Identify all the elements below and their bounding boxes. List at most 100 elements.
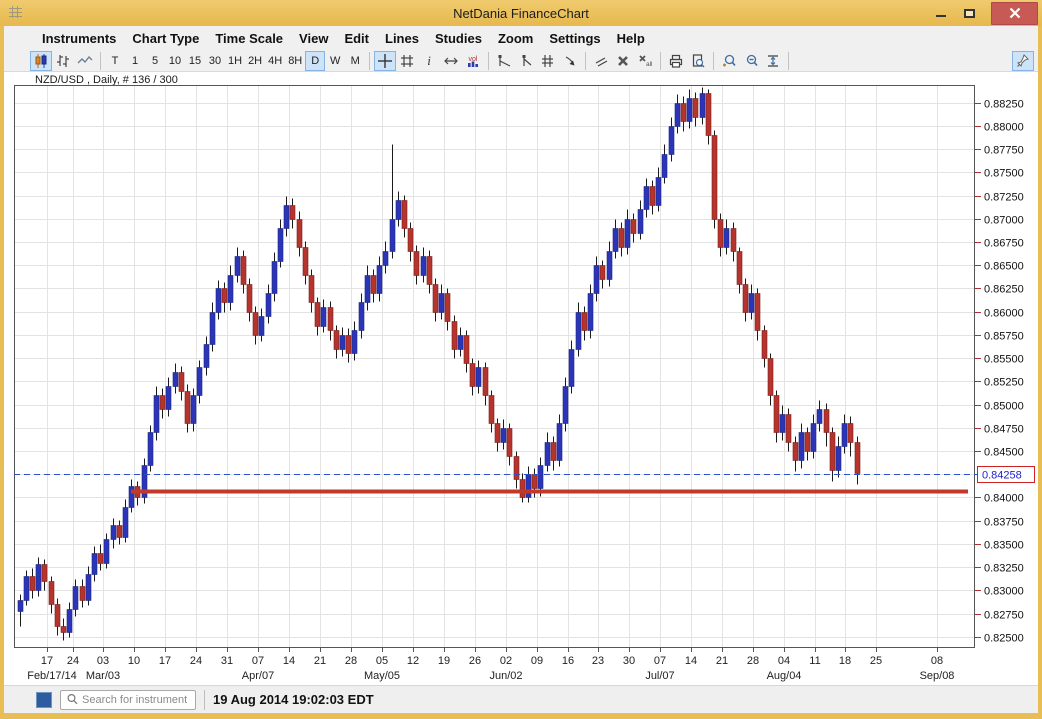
month-label: May/05 xyxy=(364,670,400,682)
candle xyxy=(334,326,339,359)
candle xyxy=(18,595,23,627)
fit-vertical-button[interactable] xyxy=(762,51,784,71)
interval-4h-button[interactable]: 4H xyxy=(265,51,285,71)
close-icon xyxy=(1009,7,1021,19)
menu-view[interactable]: View xyxy=(291,29,336,48)
interval-5-button[interactable]: 5 xyxy=(145,51,165,71)
interval-weekly-button[interactable]: W xyxy=(325,51,345,71)
bar-chart-button[interactable] xyxy=(52,51,74,71)
delete-all-lines-button[interactable]: all xyxy=(634,51,656,71)
status-bar: 19 Aug 2014 19:02:03 EDT xyxy=(4,685,1038,713)
print-button[interactable] xyxy=(665,51,687,71)
date-tick-label: 04 xyxy=(778,655,790,667)
candlestick-chart[interactable]: 0.882500.880000.877500.875000.872500.870… xyxy=(14,85,1038,685)
fit-icon xyxy=(765,53,781,69)
candle xyxy=(117,521,122,545)
zoom-out-button[interactable] xyxy=(740,51,762,71)
instrument-search[interactable] xyxy=(60,690,196,710)
delete-line-button[interactable] xyxy=(612,51,634,71)
interval-1h-button[interactable]: 1H xyxy=(225,51,245,71)
candle xyxy=(266,285,271,324)
candle xyxy=(439,285,444,320)
candle xyxy=(210,303,215,352)
parallel-lines-button[interactable] xyxy=(590,51,612,71)
volume-icon: vol xyxy=(465,53,481,69)
menu-zoom[interactable]: Zoom xyxy=(490,29,541,48)
candle xyxy=(557,415,562,467)
date-tick-label: 07 xyxy=(252,655,264,667)
interval-8h-button[interactable]: 8H xyxy=(285,51,305,71)
date-tick-label: 09 xyxy=(531,655,543,667)
svg-text:all: all xyxy=(646,61,653,68)
search-input[interactable] xyxy=(82,694,187,706)
plot-border xyxy=(15,86,975,648)
candle xyxy=(222,283,227,313)
candle xyxy=(551,437,556,471)
price-tick-label: 0.82500 xyxy=(984,633,1024,645)
price-tick-label: 0.85750 xyxy=(984,331,1024,343)
candle xyxy=(700,88,705,125)
maximize-button[interactable] xyxy=(955,3,983,23)
interval-1-button[interactable]: 1 xyxy=(125,51,145,71)
candle xyxy=(284,197,289,237)
date-tick-label: 24 xyxy=(67,655,79,667)
zoom-in-button[interactable] xyxy=(718,51,740,71)
date-tick-label: 30 xyxy=(623,655,635,667)
minimize-button[interactable] xyxy=(927,3,955,23)
menu-time-scale[interactable]: Time Scale xyxy=(207,29,291,48)
candle xyxy=(272,253,277,302)
month-label: Jun/02 xyxy=(489,670,522,682)
close-button[interactable] xyxy=(991,2,1038,25)
candle xyxy=(569,341,574,394)
crosshair-icon xyxy=(377,53,393,69)
titlebar[interactable]: NetDania FinanceChart xyxy=(0,0,1042,26)
menu-chart-type[interactable]: Chart Type xyxy=(124,29,207,48)
candle xyxy=(49,577,54,614)
candle xyxy=(644,179,649,218)
menu-settings[interactable]: Settings xyxy=(541,29,608,48)
candle xyxy=(755,289,760,341)
connection-status-icon[interactable] xyxy=(36,692,52,708)
date-tick-label: 25 xyxy=(870,655,882,667)
line-chart-button[interactable] xyxy=(74,51,96,71)
date-tick-label: 12 xyxy=(407,655,419,667)
parallel-channel-tool-button[interactable] xyxy=(537,51,559,71)
vertical-line-tool-button[interactable] xyxy=(515,51,537,71)
chart-panel: NZD/USD , Daily, # 136 / 300 0.882500.88… xyxy=(4,72,1038,685)
date-tick-label: 11 xyxy=(809,655,820,667)
interval-15-button[interactable]: 15 xyxy=(185,51,205,71)
menu-edit[interactable]: Edit xyxy=(336,29,377,48)
candle xyxy=(352,322,357,361)
pan-horizontal-button[interactable] xyxy=(440,51,462,71)
toolbar-separator xyxy=(660,52,661,70)
menu-studies[interactable]: Studies xyxy=(427,29,490,48)
interval-monthly-button[interactable]: M xyxy=(345,51,365,71)
grid-button[interactable] xyxy=(396,51,418,71)
candle xyxy=(235,248,240,283)
interval-2h-button[interactable]: 2H xyxy=(245,51,265,71)
interval-30-button[interactable]: 30 xyxy=(205,51,225,71)
trend-line-tool-button[interactable] xyxy=(493,51,515,71)
candle xyxy=(613,220,618,259)
candle xyxy=(371,270,376,303)
menu-instruments[interactable]: Instruments xyxy=(34,29,124,48)
candlestick-chart-button[interactable] xyxy=(30,51,52,71)
crosshair-button[interactable] xyxy=(374,51,396,71)
info-button[interactable]: i xyxy=(418,51,440,71)
arrow-tool-button[interactable] xyxy=(559,51,581,71)
price-tick-label: 0.86250 xyxy=(984,284,1024,296)
interval-daily-button[interactable]: D xyxy=(305,51,325,71)
print-icon xyxy=(668,53,684,69)
candle xyxy=(619,223,624,257)
volume-button[interactable]: vol xyxy=(462,51,484,71)
interval-tick-button[interactable]: T xyxy=(105,51,125,71)
candle xyxy=(836,437,841,478)
last-price-badge: 0.84258 xyxy=(975,467,1035,483)
interval-10-button[interactable]: 10 xyxy=(165,51,185,71)
date-tick-label: 17 xyxy=(159,655,171,667)
menu-help[interactable]: Help xyxy=(609,29,653,48)
candle xyxy=(408,223,413,262)
pin-window-button[interactable] xyxy=(1012,51,1034,71)
print-preview-button[interactable] xyxy=(687,51,709,71)
menu-lines[interactable]: Lines xyxy=(377,29,427,48)
